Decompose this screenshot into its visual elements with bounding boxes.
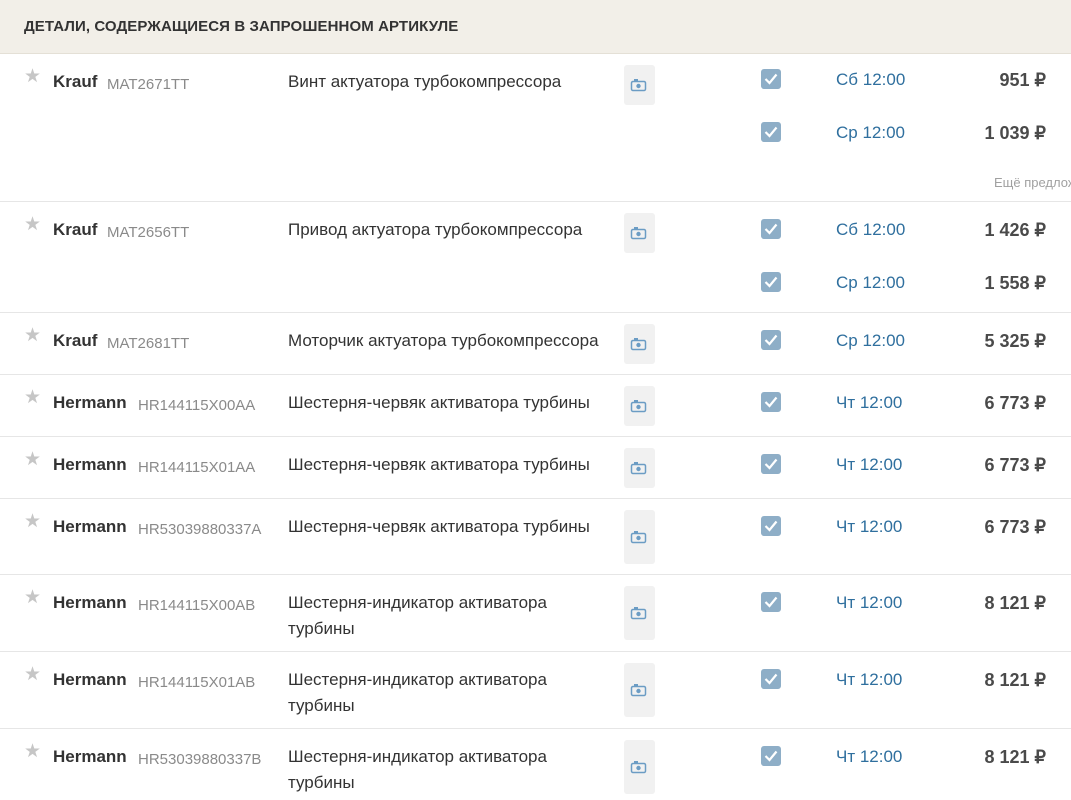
check-icon	[764, 276, 778, 288]
check-icon	[764, 750, 778, 762]
table-row: ★ Krauf MAT2656TT Привод актуатора турбо…	[0, 202, 1071, 313]
table-row: ★ Krauf MAT2681TT Моторчик актуатора тур…	[0, 313, 1071, 375]
offer-checkbox[interactable]	[761, 219, 781, 239]
offer-row: Ср 12:00 1 039 ₽	[0, 122, 1071, 152]
price: 951 ₽	[999, 70, 1047, 90]
price: 1 558 ₽	[984, 273, 1047, 293]
delivery-date[interactable]: Чт 12:00	[836, 670, 902, 690]
offer-row: Чт 12:00 6 773 ₽	[0, 516, 1071, 546]
offer-row: Сб 12:00 1 426 ₽	[0, 219, 1071, 249]
delivery-date[interactable]: Ср 12:00	[836, 123, 905, 143]
offer-checkbox[interactable]	[761, 669, 781, 689]
delivery-date[interactable]: Чт 12:00	[836, 593, 902, 613]
delivery-date[interactable]: Чт 12:00	[836, 455, 902, 475]
offer-row: Чт 12:00 8 121 ₽	[0, 592, 1071, 622]
price: 8 121 ₽	[984, 670, 1047, 690]
offer-checkbox[interactable]	[761, 392, 781, 412]
table-row: ★ Hermann HR144115X00AA Шестерня-червяк …	[0, 375, 1071, 437]
check-icon	[764, 673, 778, 685]
check-icon	[764, 126, 778, 138]
offer-row: Чт 12:00 6 773 ₽	[0, 454, 1071, 484]
delivery-date[interactable]: Сб 12:00	[836, 220, 905, 240]
offer-checkbox[interactable]	[761, 592, 781, 612]
price: 6 773 ₽	[984, 393, 1047, 413]
table-row: ★ Hermann HR53039880337A Шестерня-червяк…	[0, 499, 1071, 575]
price: 6 773 ₽	[984, 455, 1047, 475]
price: 5 325 ₽	[984, 331, 1047, 351]
delivery-date[interactable]: Ср 12:00	[836, 331, 905, 351]
table-row: ★ Hermann HR144115X01AB Шестерня-индикат…	[0, 652, 1071, 729]
section-header: ДЕТАЛИ, СОДЕРЖАЩИЕСЯ В ЗАПРОШЕННОМ АРТИК…	[0, 0, 1071, 54]
offer-checkbox[interactable]	[761, 272, 781, 292]
table-row: ★ Hermann HR144115X00AB Шестерня-индикат…	[0, 575, 1071, 652]
offer-row: Чт 12:00 8 121 ₽	[0, 669, 1071, 699]
price: 1 426 ₽	[984, 220, 1047, 240]
check-icon	[764, 458, 778, 470]
table-row: ★ Hermann HR53039880337B Шестерня-индика…	[0, 729, 1071, 800]
offer-row: Чт 12:00 6 773 ₽	[0, 392, 1071, 422]
check-icon	[764, 520, 778, 532]
price: 8 121 ₽	[984, 747, 1047, 767]
table-row: ★ Hermann HR144115X01AA Шестерня-червяк …	[0, 437, 1071, 499]
offer-checkbox[interactable]	[761, 746, 781, 766]
delivery-date[interactable]: Чт 12:00	[836, 517, 902, 537]
offer-checkbox[interactable]	[761, 330, 781, 350]
check-icon	[764, 223, 778, 235]
delivery-date[interactable]: Чт 12:00	[836, 393, 902, 413]
delivery-date[interactable]: Ср 12:00	[836, 273, 905, 293]
section-title: ДЕТАЛИ, СОДЕРЖАЩИЕСЯ В ЗАПРОШЕННОМ АРТИК…	[24, 18, 459, 35]
check-icon	[764, 73, 778, 85]
check-icon	[764, 334, 778, 346]
delivery-date[interactable]: Сб 12:00	[836, 70, 905, 90]
offer-row: Ср 12:00 1 558 ₽	[0, 272, 1071, 302]
delivery-date[interactable]: Чт 12:00	[836, 747, 902, 767]
price: 8 121 ₽	[984, 593, 1047, 613]
price: 1 039 ₽	[984, 123, 1047, 143]
offer-checkbox[interactable]	[761, 454, 781, 474]
price: 6 773 ₽	[984, 517, 1047, 537]
offer-row: Ср 12:00 5 325 ₽	[0, 330, 1071, 360]
offer-row: Чт 12:00 8 121 ₽	[0, 746, 1071, 776]
check-icon	[764, 596, 778, 608]
offer-row: Сб 12:00 951 ₽	[0, 69, 1071, 99]
table-row: ★ Krauf MAT2671TT Винт актуатора турбоко…	[0, 54, 1071, 202]
offer-checkbox[interactable]	[761, 69, 781, 89]
offer-checkbox[interactable]	[761, 122, 781, 142]
check-icon	[764, 396, 778, 408]
more-offers-link[interactable]: Ещё предложения	[994, 175, 1071, 190]
offer-checkbox[interactable]	[761, 516, 781, 536]
